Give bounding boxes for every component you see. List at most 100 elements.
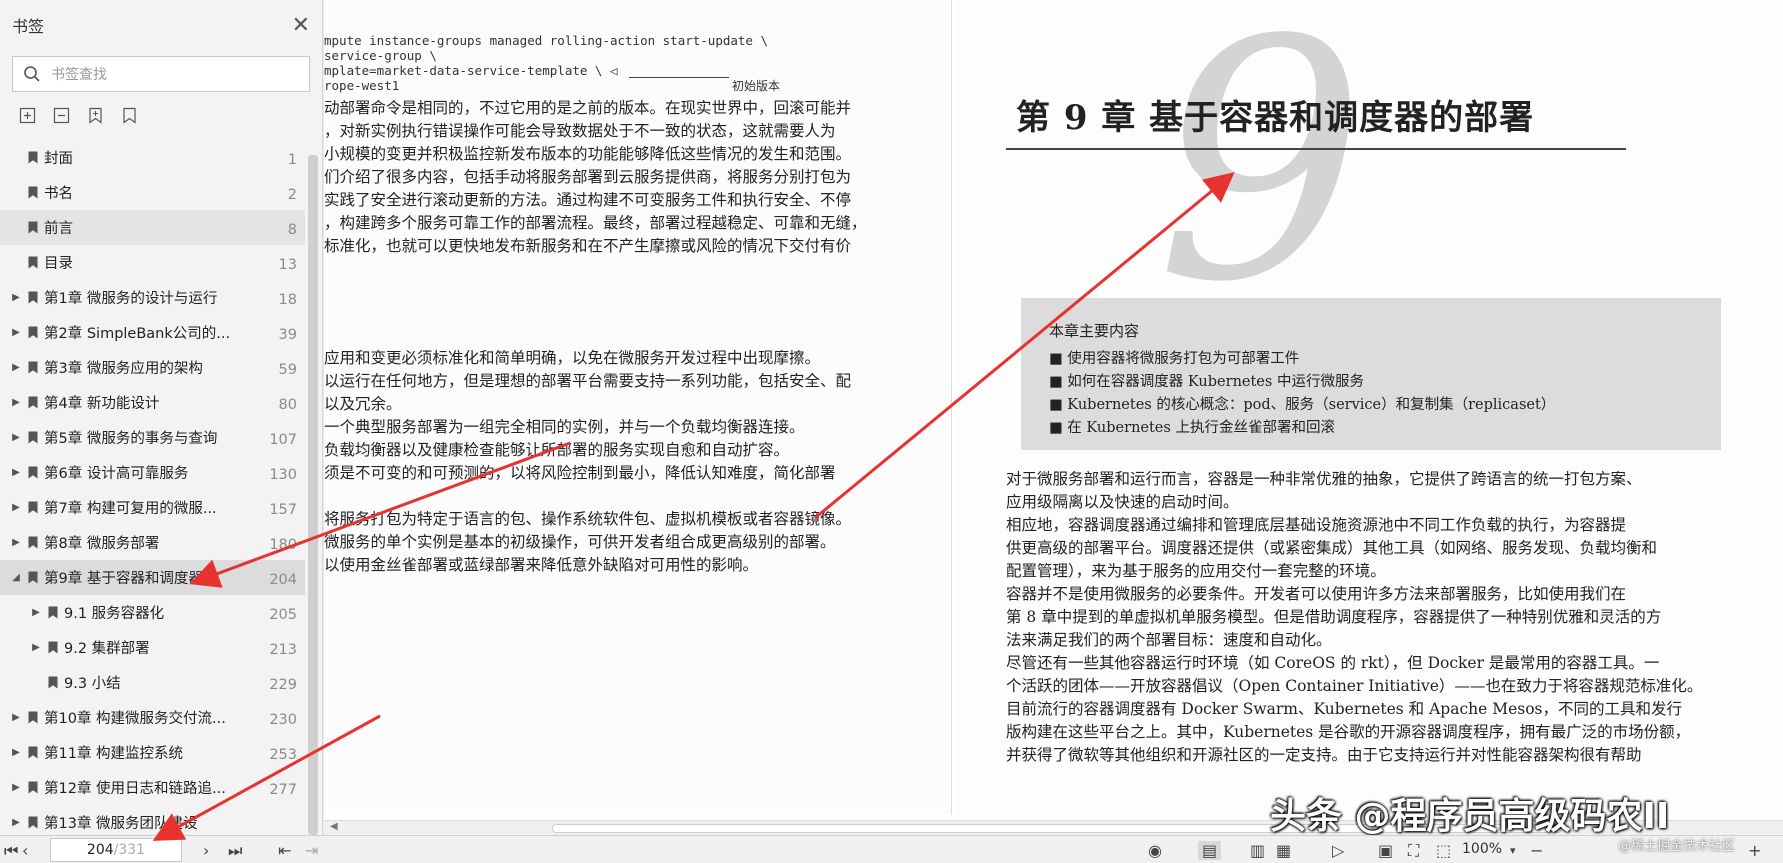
paragraph-line: 们介绍了很多内容，包括手动将服务部署到云服务提供商，将服务分别打包为 xyxy=(324,168,852,186)
collapsed-caret-icon[interactable]: ▶ xyxy=(10,747,22,758)
bookmark-item[interactable]: ▶ 第1章 微服务的设计与运行 18 xyxy=(0,280,305,315)
zoom-in-icon[interactable]: + xyxy=(1748,841,1761,860)
bookmark-page-number: 205 xyxy=(269,607,297,623)
bookmark-item[interactable]: 9.3 小结 229 xyxy=(0,665,305,700)
bookmark-item[interactable]: ▶ 第6章 设计高可靠服务 130 xyxy=(0,455,305,490)
add-bookmark-icon[interactable] xyxy=(18,106,36,124)
bookmark-item[interactable]: 书名 2 xyxy=(0,175,305,210)
first-page-icon[interactable]: ⏮ xyxy=(4,841,18,861)
bookmark-icon xyxy=(28,781,38,794)
bookmark-label: 第2章 SimpleBank公司的... xyxy=(44,326,231,342)
forward-icon[interactable]: ⇥ xyxy=(305,841,318,860)
bookmark-item[interactable]: ▶ 第3章 微服务应用的架构 59 xyxy=(0,350,305,385)
bookmark-icon xyxy=(28,571,38,584)
bookmark-label: 第7章 构建可复用的微服... xyxy=(44,501,217,517)
bookmark-page-number: 13 xyxy=(278,257,297,273)
paragraph-line: 法来满足我们的两个部署目标：速度和自动化。 xyxy=(1006,631,1332,649)
bookmark-page-number: 80 xyxy=(278,397,297,413)
bookmark-item[interactable]: ▶ 第4章 新功能设计 80 xyxy=(0,385,305,420)
continuous-page-icon[interactable]: ▥ xyxy=(1250,841,1265,860)
bookmark-item[interactable]: ▶ 第10章 构建微服务交付流... 230 xyxy=(0,700,305,735)
watermark-sub: @稀土掘金技术社区 xyxy=(1618,839,1736,854)
bookmark-icon xyxy=(28,221,38,234)
play-icon[interactable]: ▷ xyxy=(1332,841,1344,860)
page-number-input[interactable]: 204/331 xyxy=(50,838,182,862)
bookmark-icon xyxy=(28,746,38,759)
collapsed-caret-icon[interactable]: ▶ xyxy=(30,607,42,618)
remove-bookmark-icon[interactable] xyxy=(52,106,70,124)
sidebar-scrollbar[interactable] xyxy=(308,155,318,835)
collapsed-caret-icon[interactable]: ▶ xyxy=(10,327,22,338)
paragraph-line: 并获得了微软等其他组织和开源社区的一定支持。由于它支持运行并对性能容器架构很有帮… xyxy=(1006,746,1642,764)
bookmark-label: 封面 xyxy=(44,151,73,167)
bookmark-icon xyxy=(28,711,38,724)
collapsed-caret-icon[interactable]: ▶ xyxy=(10,817,22,828)
zoom-out-icon[interactable]: − xyxy=(1530,841,1543,860)
collapsed-caret-icon[interactable]: ▶ xyxy=(30,642,42,653)
bookmark-item[interactable]: ▶ 9.1 服务容器化 205 xyxy=(0,595,305,630)
collapsed-caret-icon[interactable]: ▶ xyxy=(10,782,22,793)
paragraph-line: 相应地，容器调度器通过编排和管理底层基础设施资源池中不同工作负载的执行，为容器提 xyxy=(1006,516,1627,534)
bookmark-item[interactable]: ▶ 第5章 微服务的事务与查询 107 xyxy=(0,420,305,455)
double-page-icon[interactable]: ▦ xyxy=(1276,841,1291,860)
read-mode-icon[interactable]: ◉ xyxy=(1148,841,1162,860)
bookmark-add-icon[interactable] xyxy=(86,106,104,124)
code-line: rope-west1 xyxy=(324,78,400,93)
bookmark-item[interactable]: ▶ 第13章 微服务团队建设 xyxy=(0,805,305,835)
bookmark-item[interactable]: 前言 8 xyxy=(0,210,305,245)
fit-page-icon[interactable]: ⛶ xyxy=(1408,841,1419,861)
bookmark-item[interactable]: ▶ 第11章 构建监控系统 253 xyxy=(0,735,305,770)
zoom-level[interactable]: 100% xyxy=(1462,841,1502,857)
zoom-dropdown-icon[interactable]: ▾ xyxy=(1510,844,1516,857)
collapsed-caret-icon[interactable]: ▶ xyxy=(10,432,22,443)
collapsed-caret-icon[interactable]: ▶ xyxy=(10,467,22,478)
bookmark-label: 第5章 微服务的事务与查询 xyxy=(44,431,218,447)
bookmark-page-number: 180 xyxy=(269,537,297,553)
bookmark-search-input[interactable] xyxy=(51,66,271,82)
bookmark-page-number: 253 xyxy=(269,747,297,763)
bookmark-icon xyxy=(28,396,38,409)
paragraph-line: 实践了安全进行滚动更新的方法。通过构建不可变服务工件和执行安全、不停 xyxy=(324,191,852,209)
bookmark-icon xyxy=(48,676,58,689)
bookmark-icon xyxy=(48,641,58,654)
bookmark-label: 第9章 基于容器和调度器... xyxy=(44,571,217,587)
collapsed-caret-icon[interactable]: ▶ xyxy=(10,537,22,548)
bookmark-page-number: 18 xyxy=(278,292,297,308)
summary-item: ■ 如何在容器调度器 Kubernetes 中运行微服务 xyxy=(1049,374,1364,390)
bookmark-item[interactable]: ▶ 第8章 微服务部署 180 xyxy=(0,525,305,560)
bookmark-item[interactable]: ▶ 第2章 SimpleBank公司的... 39 xyxy=(0,315,305,350)
paragraph-line: 第 8 章中提到的单虚拟机单服务模型。但是借助调度程序，容器提供了一种特别优雅和… xyxy=(1006,608,1662,626)
bookmark-item[interactable]: ▶ 第7章 构建可复用的微服... 157 xyxy=(0,490,305,525)
collapsed-caret-icon[interactable]: ▶ xyxy=(10,397,22,408)
bookmark-icon[interactable] xyxy=(120,106,138,124)
paragraph-line: ，对新实例执行错误操作可能会导致数据处于不一致的状态，这就需要人为 xyxy=(324,122,836,140)
prev-page-icon[interactable]: ‹ xyxy=(22,841,28,860)
bookmark-item[interactable]: ◢ 第9章 基于容器和调度器... 204 xyxy=(0,560,305,595)
bookmark-search-box[interactable] xyxy=(12,56,310,92)
bookmark-page-number: 230 xyxy=(269,712,297,728)
bookmark-item[interactable]: ▶ 第12章 使用日志和链路追... 277 xyxy=(0,770,305,805)
collapsed-caret-icon[interactable]: ▶ xyxy=(10,292,22,303)
paragraph-line: 版构建在这些平台之上。其中，Kubernetes 是谷歌的开源容器调度程序，拥有… xyxy=(1006,723,1691,741)
last-page-icon[interactable]: ⏭ xyxy=(228,841,242,861)
paragraph-line: 负载均衡器以及健康检查能够让所部署的服务实现自愈和自动扩容。 xyxy=(324,441,790,459)
single-page-icon[interactable]: ▤ xyxy=(1198,841,1222,860)
next-page-icon[interactable]: › xyxy=(203,841,209,860)
bookmark-page-number: 1 xyxy=(287,152,297,168)
bookmark-page-number: 107 xyxy=(269,432,297,448)
bookmark-label: 第11章 构建监控系统 xyxy=(44,746,184,762)
collapsed-caret-icon[interactable]: ▶ xyxy=(10,712,22,723)
close-icon[interactable]: ✕ xyxy=(292,13,310,38)
actual-size-icon[interactable]: ▣ xyxy=(1378,841,1393,860)
fit-width-icon[interactable]: ⬚ xyxy=(1436,841,1451,860)
bookmark-label: 第8章 微服务部署 xyxy=(44,536,160,552)
paragraph-line: 小规模的变更并积极监控新发布版本的功能能够降低这些情况的发生和范围。 xyxy=(324,145,852,163)
bookmark-item[interactable]: 目录 13 xyxy=(0,245,305,280)
bookmark-item[interactable]: ▶ 9.2 集群部署 213 xyxy=(0,630,305,665)
expanded-caret-icon[interactable]: ◢ xyxy=(10,572,22,583)
bookmark-item[interactable]: 封面 1 xyxy=(0,140,305,175)
paragraph-line: 以使用金丝雀部署或蓝绿部署来降低意外缺陷对可用性的影响。 xyxy=(324,556,759,574)
back-icon[interactable]: ⇤ xyxy=(278,841,291,860)
collapsed-caret-icon[interactable]: ▶ xyxy=(10,502,22,513)
collapsed-caret-icon[interactable]: ▶ xyxy=(10,362,22,373)
